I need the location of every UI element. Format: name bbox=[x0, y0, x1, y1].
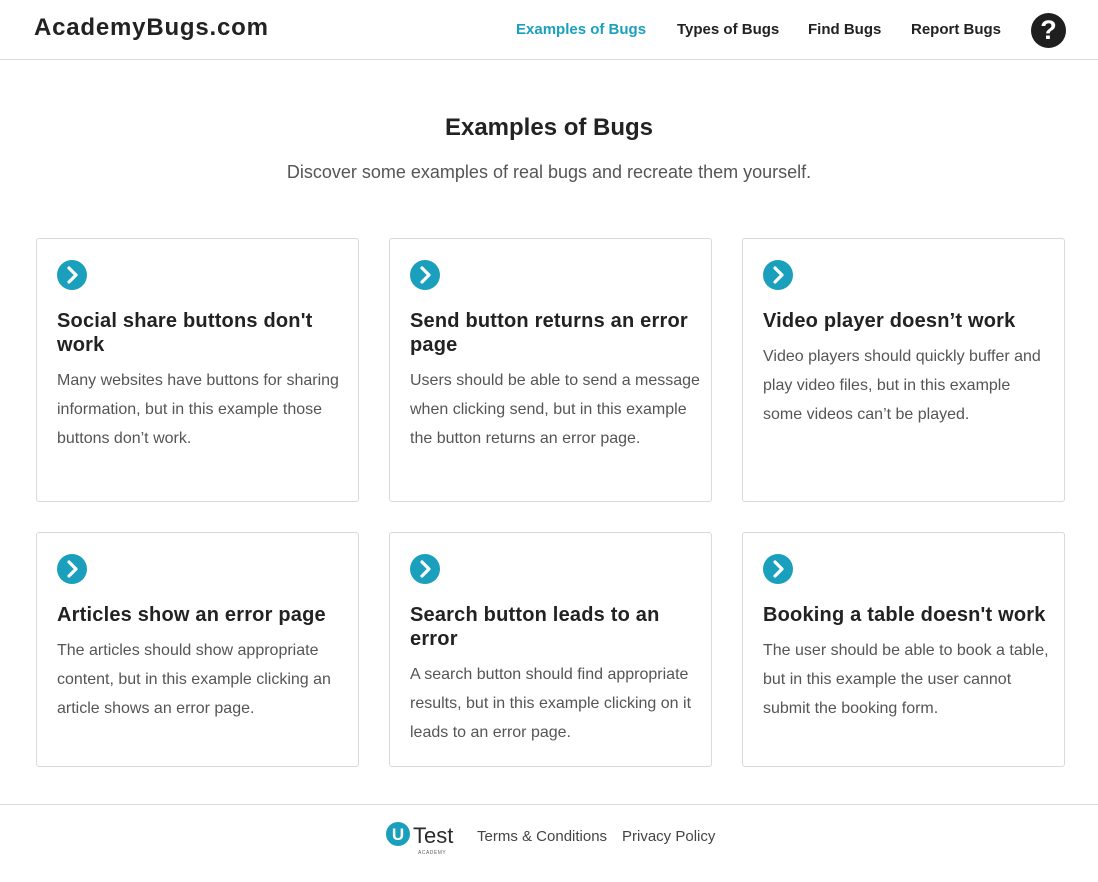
logo-wordmark: Test bbox=[413, 823, 453, 848]
bug-card[interactable]: Video player doesn’t work Video players … bbox=[742, 238, 1065, 502]
chevron-right-circle-icon bbox=[410, 260, 440, 290]
bug-card-description: Video players should quickly buffer and … bbox=[763, 348, 1041, 423]
nav-find-bugs[interactable]: Find Bugs bbox=[808, 21, 881, 38]
privacy-link[interactable]: Privacy Policy bbox=[622, 828, 715, 845]
site-footer: U Test ACADEMY Terms & Conditions Privac… bbox=[0, 804, 1098, 882]
bug-card-title: Video player doesn’t work bbox=[763, 310, 1016, 332]
bug-card-title: Articles show an error page bbox=[57, 604, 326, 626]
bug-card-description: Users should be able to send a message w… bbox=[410, 372, 700, 447]
bug-card-description: A search button should find appropriate … bbox=[410, 666, 692, 741]
nav-examples-of-bugs[interactable]: Examples of Bugs bbox=[516, 21, 646, 38]
bug-card-description: The articles should show appropriate con… bbox=[57, 642, 331, 717]
bug-card-title: Social share buttons don't work bbox=[57, 310, 313, 356]
main-nav: Examples of Bugs Types of Bugs Find Bugs… bbox=[0, 21, 1098, 41]
nav-types-of-bugs[interactable]: Types of Bugs bbox=[677, 21, 779, 38]
logo-subtext: ACADEMY bbox=[418, 850, 446, 856]
chevron-right-circle-icon bbox=[57, 260, 87, 290]
page-subtitle: Discover some examples of real bugs and … bbox=[286, 162, 812, 182]
bug-card-description: The user should be able to book a table,… bbox=[763, 642, 1049, 717]
bug-card[interactable]: Articles show an error page The articles… bbox=[36, 532, 359, 767]
nav-report-bugs[interactable]: Report Bugs bbox=[911, 21, 1001, 38]
page-title: Examples of Bugs bbox=[444, 114, 654, 141]
chevron-right-circle-icon bbox=[763, 260, 793, 290]
bug-card-title: Send button returns an error page bbox=[410, 310, 688, 356]
chevron-right-circle-icon bbox=[763, 554, 793, 584]
bug-card-description: Many websites have buttons for sharing i… bbox=[57, 372, 339, 447]
bug-card[interactable]: Send button returns an error page Users … bbox=[389, 238, 712, 502]
terms-link[interactable]: Terms & Conditions bbox=[477, 828, 607, 845]
bug-card[interactable]: Search button leads to an error A search… bbox=[389, 532, 712, 767]
question-mark-icon[interactable]: ? bbox=[1031, 13, 1066, 48]
chevron-right-circle-icon bbox=[57, 554, 87, 584]
bug-card[interactable]: Social share buttons don't work Many web… bbox=[36, 238, 359, 502]
bug-card[interactable]: Booking a table doesn't work The user sh… bbox=[742, 532, 1065, 767]
site-header: AcademyBugs.com Examples of Bugs Types o… bbox=[0, 0, 1098, 60]
logo-letter: U bbox=[392, 825, 404, 844]
bug-card-title: Booking a table doesn't work bbox=[763, 604, 1046, 626]
bug-card-title: Search button leads to an error bbox=[410, 604, 660, 650]
utest-academy-logo[interactable]: U Test ACADEMY bbox=[386, 821, 458, 857]
chevron-right-circle-icon bbox=[410, 554, 440, 584]
